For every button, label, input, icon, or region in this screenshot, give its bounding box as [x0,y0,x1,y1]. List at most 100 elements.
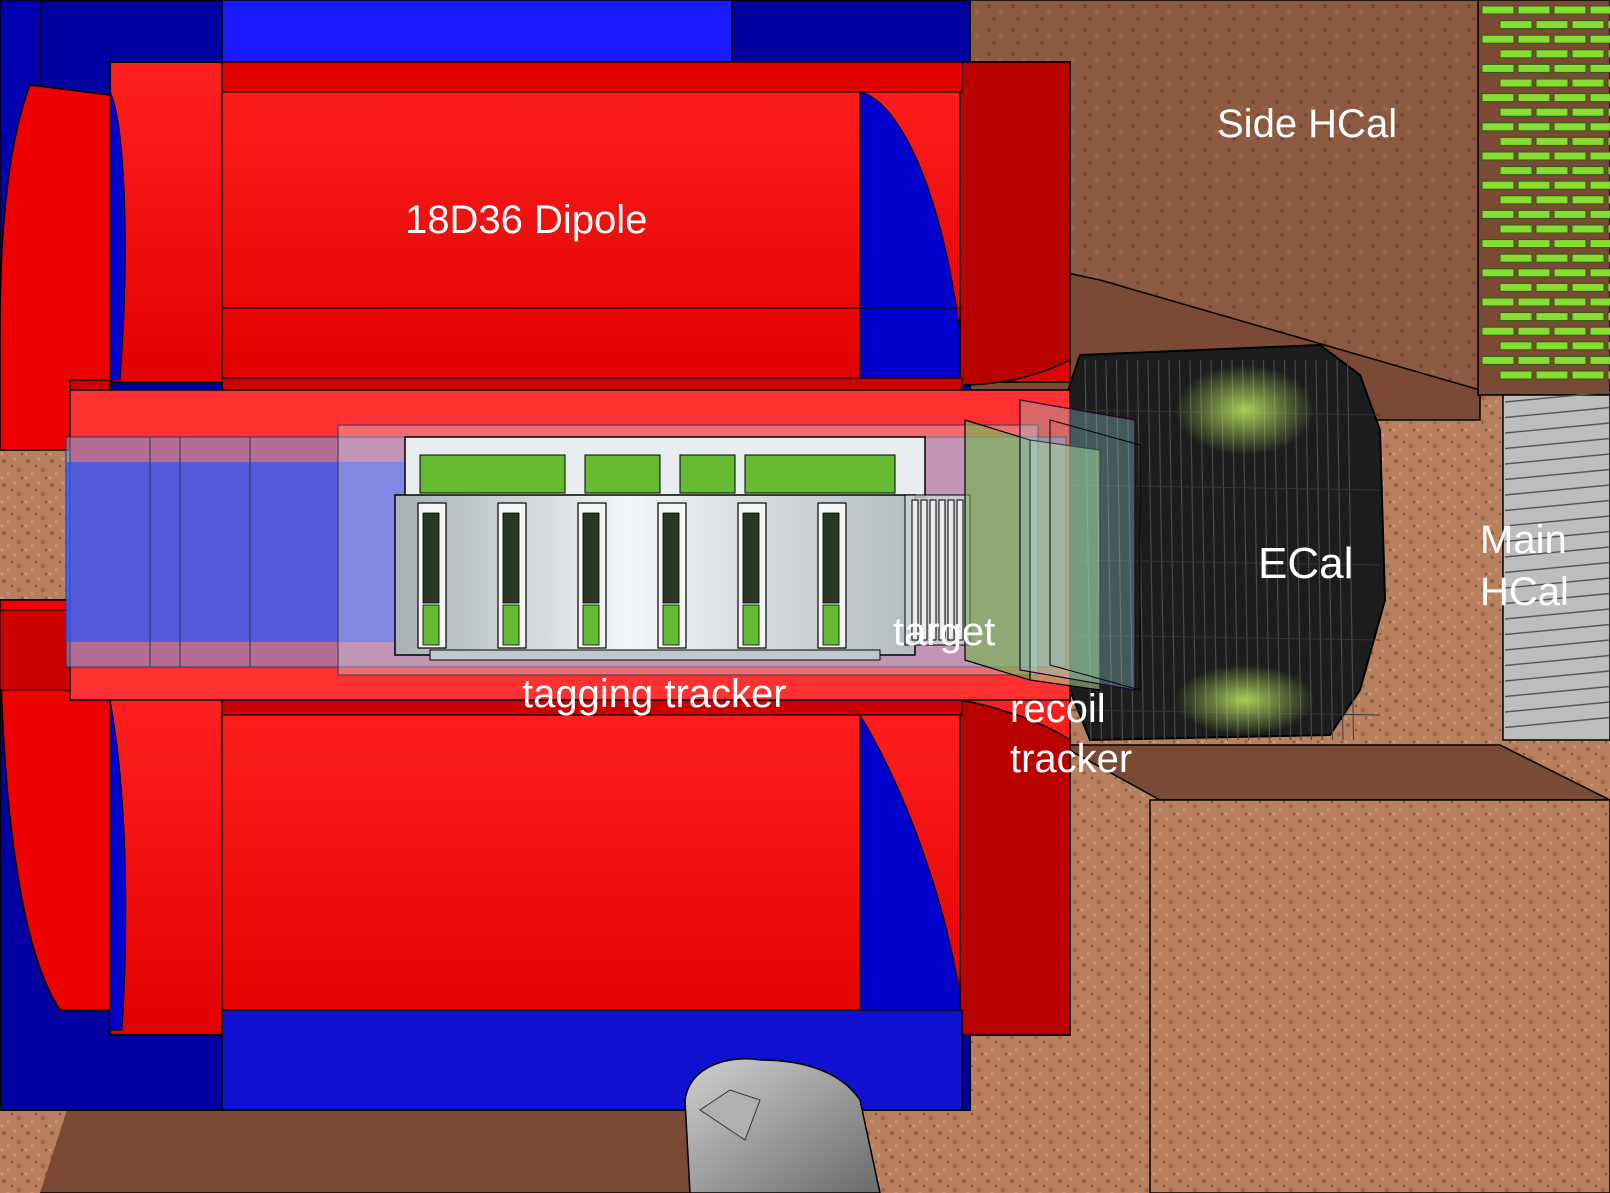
scintillator-bar [1499,166,1533,176]
tagger-sensor [742,512,760,604]
scintillator-bar [1571,312,1605,322]
scintillator-bar [1589,268,1610,278]
scintillator-bar [1553,34,1587,44]
target-label: target [893,610,995,654]
scintillator-bar [1571,166,1605,176]
scintillator-bar [1553,209,1587,219]
scintillator-bar [1589,180,1610,190]
scintillator-bar [1481,326,1515,336]
scintillator-bar [1535,166,1569,176]
scintillator-bar [1499,107,1533,117]
scintillator-bar [1481,268,1515,278]
scintillator-bar [1517,93,1551,103]
scintillator-bar [1499,224,1533,234]
scintillator-bar [1589,63,1610,73]
scintillator-bar [1481,355,1515,365]
scintillator-bar [1553,93,1587,103]
scintillator-bar [1499,312,1533,322]
tagger-sensor-green [582,604,600,646]
scintillator-bar [1589,151,1610,161]
scintillator-bar [1571,78,1605,88]
scintillator-bar [1535,370,1569,380]
side-hcal [1477,0,1610,396]
scintillator-bar [1481,297,1515,307]
scintillator-bar [1499,253,1533,263]
dipole-label: 18D36 Dipole [405,198,647,242]
scintillator-bar [1517,5,1551,15]
tagger-sensor [422,512,440,604]
scintillator-bar [1571,253,1605,263]
scintillator-bar [1589,297,1610,307]
main-hcal-label-line1: Main [1480,518,1567,562]
scintillator-bar [1553,63,1587,73]
scintillator-bar [1553,239,1587,249]
side-hcal-label: Side HCal [1217,102,1397,146]
scintillator-bar [1535,224,1569,234]
tagger-sensor [822,512,840,604]
ecal-label: ECal [1258,539,1353,588]
scintillator-bar [1571,136,1605,146]
scintillator-bar [1517,355,1551,365]
scintillator-bar [1571,49,1605,59]
scintillator-bar [1535,49,1569,59]
scintillator-bar [1571,107,1605,117]
scintillator-bar [1535,195,1569,205]
scintillator-bar [1481,34,1515,44]
tagger-sensor-green [742,604,760,646]
scintillator-bar [1499,136,1533,146]
scintillator-bar [1553,151,1587,161]
scintillator-bar [1517,151,1551,161]
tagger-sensor-green [422,604,440,646]
scintillator-bar [1535,136,1569,146]
scintillator-bar [1499,195,1533,205]
scintillator-bar [1589,239,1610,249]
recoil-tracker-label-line1: recoil [1010,687,1106,731]
scintillator-bar [1499,341,1533,351]
scintillator-bar [1535,107,1569,117]
scintillator-bar [1535,312,1569,322]
scintillator-bar [1499,49,1533,59]
scintillator-bar [1517,239,1551,249]
scintillator-bar [1517,297,1551,307]
scintillator-bar [1481,93,1515,103]
tagger-sensor-green [662,604,680,646]
scintillator-bar [1589,34,1610,44]
scintillator-bar [1553,122,1587,132]
scintillator-bar [1571,282,1605,292]
scintillator-bar [1499,78,1533,88]
scintillator-bar [1589,326,1610,336]
scintillator-bar [1553,326,1587,336]
scintillator-bar [1553,297,1587,307]
scintillator-bar [1481,151,1515,161]
scintillator-bar [1517,63,1551,73]
main-hcal [1502,391,1610,741]
tagger-sensor [502,512,520,604]
scintillator-bar [1571,195,1605,205]
scintillator-bar [1517,209,1551,219]
tagger-sensor-green [502,604,520,646]
main-hcal-label-line2: HCal [1480,570,1569,614]
scintillator-bar [1571,341,1605,351]
scintillator-bar [1535,341,1569,351]
tagger-sensor [582,512,600,604]
tagger-sensor-green [822,604,840,646]
scintillator-bar [1517,122,1551,132]
scintillator-bar [1481,209,1515,219]
scintillator-bar [1553,180,1587,190]
scintillator-bar [1481,5,1515,15]
scintillator-bar [1517,180,1551,190]
scintillator-bar [1517,34,1551,44]
scintillator-bar [1535,253,1569,263]
scintillator-bar [1535,20,1569,30]
scintillator-bar [1499,370,1533,380]
scintillator-bar [1535,282,1569,292]
scintillator-bar [1481,239,1515,249]
scintillator-bar [1571,20,1605,30]
scintillator-bar [1553,5,1587,15]
scintillator-bar [1553,268,1587,278]
scintillator-bar [1589,355,1610,365]
tagging-tracker-label: tagging tracker [522,672,787,716]
scintillator-bar [1535,78,1569,88]
scintillator-bar [1553,355,1587,365]
scintillator-bar [1481,122,1515,132]
